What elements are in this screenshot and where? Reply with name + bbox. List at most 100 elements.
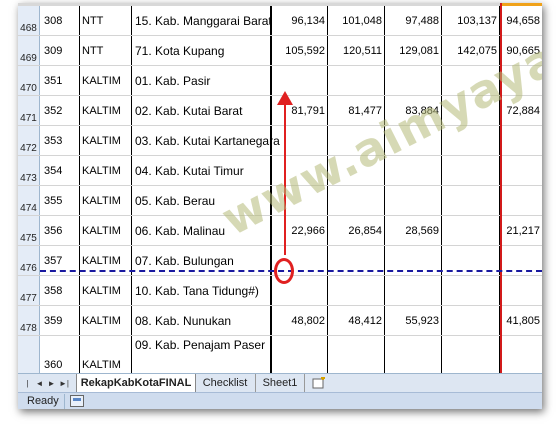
first-sheet-icon[interactable]: |◄ bbox=[23, 378, 32, 399]
code-cell[interactable]: 358 bbox=[40, 276, 80, 305]
row-header[interactable]: 475 bbox=[18, 216, 40, 245]
province-cell[interactable]: KALTIM bbox=[80, 66, 132, 95]
value-cell[interactable] bbox=[385, 276, 442, 305]
value-cell[interactable] bbox=[442, 216, 500, 245]
region-name-cell[interactable]: 02. Kab. Kutai Barat bbox=[132, 96, 272, 125]
row-header[interactable]: 476 bbox=[18, 246, 40, 275]
worksheet-grid[interactable]: 468 308 NTT 15. Kab. Manggarai Barat 96,… bbox=[18, 3, 542, 373]
value-cell[interactable] bbox=[442, 276, 500, 305]
value-cell[interactable]: 22,966 bbox=[272, 216, 328, 245]
code-cell[interactable]: 359 bbox=[40, 306, 80, 335]
value-cell[interactable]: 94,658 bbox=[500, 6, 542, 35]
region-name-cell[interactable]: 08. Kab. Nunukan bbox=[132, 306, 272, 335]
value-cell[interactable] bbox=[442, 96, 500, 125]
row-header[interactable]: 468 bbox=[18, 6, 40, 35]
value-cell[interactable]: 129,081 bbox=[385, 36, 442, 65]
table-row[interactable]: 468 308 NTT 15. Kab. Manggarai Barat 96,… bbox=[18, 6, 542, 36]
value-cell[interactable] bbox=[272, 126, 328, 155]
region-name-cell[interactable]: 01. Kab. Pasir bbox=[132, 66, 272, 95]
value-cell[interactable] bbox=[500, 156, 542, 185]
value-cell[interactable] bbox=[442, 66, 500, 95]
value-cell[interactable]: 48,802 bbox=[272, 306, 328, 335]
code-cell[interactable]: 354 bbox=[40, 156, 80, 185]
code-cell[interactable]: 309 bbox=[40, 36, 80, 65]
value-cell[interactable] bbox=[385, 66, 442, 95]
province-cell[interactable]: KALTIM bbox=[80, 96, 132, 125]
value-cell[interactable]: 105,592 bbox=[272, 36, 328, 65]
province-cell[interactable]: KALTIM bbox=[80, 306, 132, 335]
code-cell[interactable]: 353 bbox=[40, 126, 80, 155]
row-header[interactable] bbox=[18, 336, 40, 373]
region-name-cell[interactable]: 06. Kab. Malinau bbox=[132, 216, 272, 245]
value-cell[interactable]: 28,569 bbox=[385, 216, 442, 245]
row-header[interactable]: 477 bbox=[18, 276, 40, 305]
value-cell[interactable] bbox=[442, 186, 500, 215]
table-row[interactable]: 475 356 KALTIM 06. Kab. Malinau 22,966 2… bbox=[18, 216, 542, 246]
tab-checklist[interactable]: Checklist bbox=[195, 374, 256, 392]
value-cell[interactable] bbox=[442, 336, 500, 373]
value-cell[interactable]: 72,884 bbox=[500, 96, 542, 125]
province-cell[interactable]: NTT bbox=[80, 36, 132, 65]
tab-sheet1[interactable]: Sheet1 bbox=[256, 374, 305, 392]
province-cell[interactable]: KALTIM bbox=[80, 336, 132, 373]
table-row[interactable]: 474 355 KALTIM 05. Kab. Berau bbox=[18, 186, 542, 216]
value-cell[interactable] bbox=[385, 156, 442, 185]
value-cell[interactable]: 26,854 bbox=[328, 216, 385, 245]
region-name-cell[interactable]: 09. Kab. Penajam Paser bbox=[132, 336, 272, 373]
value-cell[interactable]: 81,477 bbox=[328, 96, 385, 125]
value-cell[interactable] bbox=[442, 156, 500, 185]
previous-sheet-icon[interactable]: ◄ bbox=[35, 378, 44, 389]
value-cell[interactable] bbox=[328, 66, 385, 95]
province-cell[interactable]: KALTIM bbox=[80, 126, 132, 155]
value-cell[interactable] bbox=[272, 156, 328, 185]
province-cell[interactable]: NTT bbox=[80, 6, 132, 35]
row-header[interactable]: 478 bbox=[18, 306, 40, 335]
value-cell[interactable] bbox=[328, 126, 385, 155]
value-cell[interactable] bbox=[328, 276, 385, 305]
region-name-cell[interactable]: 04. Kab. Kutai Timur bbox=[132, 156, 272, 185]
value-cell[interactable] bbox=[328, 336, 385, 373]
value-cell[interactable] bbox=[272, 336, 328, 373]
value-cell[interactable] bbox=[385, 186, 442, 215]
tab-rekapkabkotafinal[interactable]: RekapKabKotaFINAL bbox=[76, 374, 196, 394]
value-cell[interactable] bbox=[500, 336, 542, 373]
value-cell[interactable] bbox=[328, 156, 385, 185]
value-cell[interactable]: 21,217 bbox=[500, 216, 542, 245]
last-sheet-icon[interactable]: ►| bbox=[59, 378, 69, 389]
value-cell[interactable]: 48,412 bbox=[328, 306, 385, 335]
value-cell[interactable] bbox=[442, 306, 500, 335]
region-name-cell[interactable]: 10. Kab. Tana Tidung#) bbox=[132, 276, 272, 305]
value-cell[interactable] bbox=[442, 126, 500, 155]
province-cell[interactable]: KALTIM bbox=[80, 276, 132, 305]
value-cell[interactable]: 101,048 bbox=[328, 6, 385, 35]
value-cell[interactable] bbox=[500, 186, 542, 215]
value-cell[interactable]: 83,884 bbox=[385, 96, 442, 125]
value-cell[interactable] bbox=[500, 126, 542, 155]
value-cell[interactable]: 103,137 bbox=[442, 6, 500, 35]
table-row[interactable]: 473 354 KALTIM 04. Kab. Kutai Timur bbox=[18, 156, 542, 186]
value-cell[interactable] bbox=[500, 276, 542, 305]
next-sheet-icon[interactable]: ► bbox=[47, 378, 56, 389]
table-row[interactable]: 360 KALTIM 09. Kab. Penajam Paser bbox=[18, 336, 542, 373]
insert-sheet-icon[interactable] bbox=[310, 374, 328, 392]
code-cell[interactable]: 355 bbox=[40, 186, 80, 215]
code-cell[interactable]: 360 bbox=[40, 336, 80, 373]
value-cell[interactable]: 55,923 bbox=[385, 306, 442, 335]
row-header[interactable]: 474 bbox=[18, 186, 40, 215]
value-cell[interactable] bbox=[385, 336, 442, 373]
row-header[interactable]: 473 bbox=[18, 156, 40, 185]
row-header[interactable]: 469 bbox=[18, 36, 40, 65]
region-name-cell[interactable]: 71. Kota Kupang bbox=[132, 36, 272, 65]
province-cell[interactable]: KALTIM bbox=[80, 216, 132, 245]
value-cell[interactable]: 96,134 bbox=[272, 6, 328, 35]
value-cell[interactable]: 41,805 bbox=[500, 306, 542, 335]
value-cell[interactable] bbox=[385, 126, 442, 155]
table-row[interactable]: 478 359 KALTIM 08. Kab. Nunukan 48,802 4… bbox=[18, 306, 542, 336]
table-row[interactable]: 469 309 NTT 71. Kota Kupang 105,592 120,… bbox=[18, 36, 542, 66]
value-cell[interactable]: 142,075 bbox=[442, 36, 500, 65]
code-cell[interactable]: 308 bbox=[40, 6, 80, 35]
value-cell[interactable]: 90,665 bbox=[500, 36, 542, 65]
table-row[interactable]: 472 353 KALTIM 03. Kab. Kutai Kartanegar… bbox=[18, 126, 542, 156]
macro-record-icon[interactable] bbox=[70, 395, 84, 407]
province-cell[interactable]: KALTIM bbox=[80, 186, 132, 215]
